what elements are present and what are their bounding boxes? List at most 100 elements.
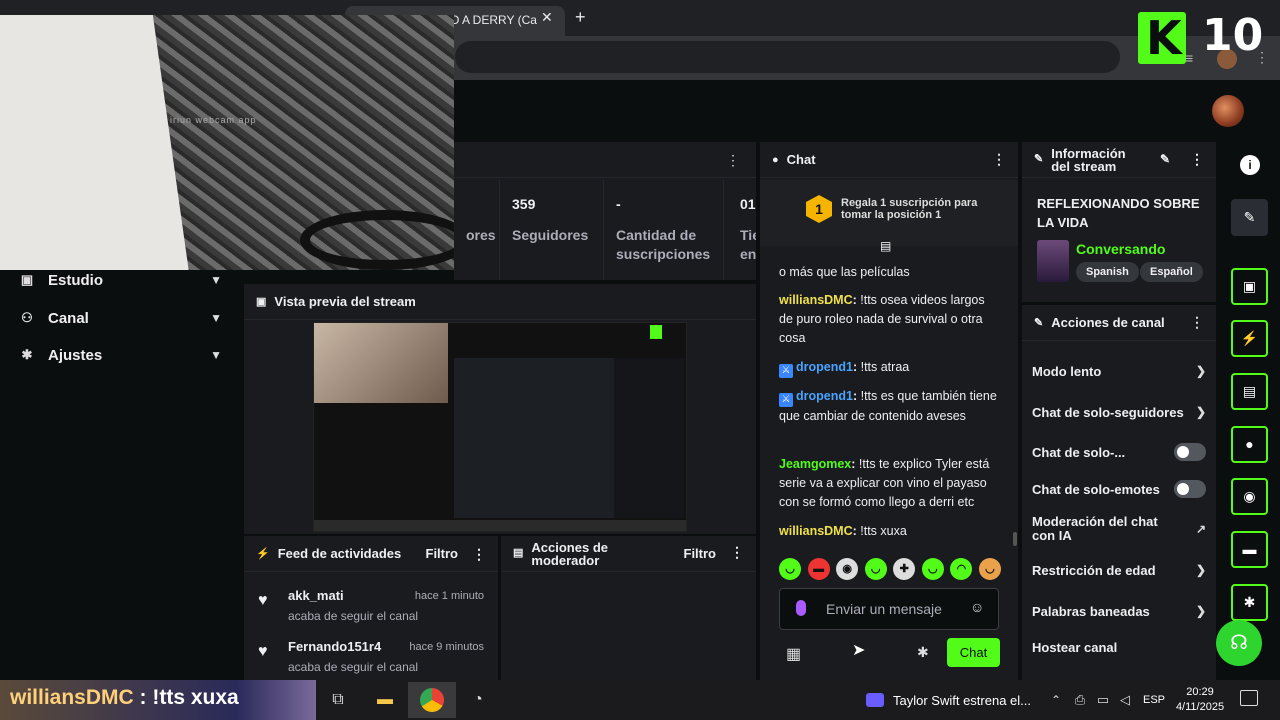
panel-header: ✎ Información del stream ✎ ⋮	[1022, 142, 1216, 178]
feed-action: acaba de seguir el canal	[288, 609, 419, 623]
banned-words-row[interactable]: Palabras baneadas ❯	[1022, 591, 1216, 631]
chat-username[interactable]: williansDMC	[779, 293, 853, 307]
tray-chevron-icon[interactable]: ⌃	[1044, 688, 1068, 712]
emote-icon[interactable]: ◠	[950, 558, 973, 580]
chat-username[interactable]: williansDMC	[779, 524, 853, 538]
kebab-menu-icon[interactable]: ⋮	[472, 546, 486, 563]
chevron-right-icon: ❯	[1195, 364, 1206, 378]
chat-text: !tts atraa	[860, 360, 910, 374]
network-icon[interactable]: ▭	[1091, 688, 1115, 712]
kick-logo-letter: K	[1146, 11, 1182, 65]
wrench-panel-icon[interactable]: ✱	[1231, 584, 1268, 621]
filter-button[interactable]: Filtro	[426, 546, 459, 561]
preview-kick-logo	[650, 325, 662, 339]
microphone-icon[interactable]	[796, 600, 806, 616]
chat-message: Jeamgomex: !tts te explico Tyler está se…	[779, 457, 990, 509]
category-thumbnail[interactable]	[1037, 240, 1069, 282]
edit-icon[interactable]: ✎	[1160, 153, 1170, 166]
panel-title: Acciones de canal	[1051, 315, 1165, 330]
subscribers-only-toggle[interactable]	[1174, 443, 1206, 461]
kebab-menu-icon[interactable]: ⋮	[726, 152, 740, 169]
news-icon[interactable]	[866, 693, 884, 707]
broadcast-icon[interactable]: ◉	[1231, 478, 1268, 515]
address-bar[interactable]	[455, 41, 1120, 73]
studio-panel-icon[interactable]: ▣	[1231, 268, 1268, 305]
stat-viewers: ores	[454, 180, 499, 280]
emote-icon[interactable]: ◡	[921, 558, 944, 580]
kebab-menu-icon[interactable]: ⋮	[992, 151, 1006, 168]
news-widget[interactable]: Taylor Swift estrena el...	[893, 693, 1031, 708]
emotes-only-row: Chat de solo-emotes	[1022, 469, 1216, 509]
chat-username[interactable]: Jeamgomex	[779, 457, 851, 471]
stream-tag[interactable]: Español	[1140, 262, 1203, 282]
info-icon[interactable]: i	[1240, 155, 1260, 175]
nav-label: Canal	[48, 309, 89, 327]
notification-icon[interactable]	[1240, 690, 1258, 706]
kebab-menu-icon[interactable]: ⋮	[1190, 152, 1204, 166]
clock[interactable]: 20:29 4/11/2025	[1172, 685, 1228, 715]
emote-icon[interactable]: ◡	[779, 558, 801, 580]
kebab-menu-icon[interactable]: ⋮	[730, 545, 744, 559]
edit-stream-icon[interactable]: ✎	[1231, 199, 1268, 236]
chat-message-input[interactable]: Enviar un mensaje	[779, 588, 999, 630]
moderator-badge-icon: ⚔	[779, 364, 793, 378]
preview-sidebar	[614, 358, 684, 518]
chat-filter-icon[interactable]: ▤	[880, 239, 891, 253]
chat-send-button[interactable]: Chat	[947, 638, 1000, 667]
kebab-menu-icon[interactable]: ⋮	[1190, 314, 1204, 331]
chrome-icon[interactable]	[420, 688, 444, 712]
emoji-icon[interactable]: ☺	[970, 599, 984, 615]
chat-message: williansDMC: !tts osea videos largos de …	[779, 293, 985, 345]
close-tab-icon[interactable]: ✕	[541, 9, 553, 26]
new-tab-icon[interactable]: +	[575, 7, 586, 28]
slow-mode-row[interactable]: Modo lento ❯	[1022, 351, 1216, 391]
stream-title: REFLEXIONANDO SOBRE LA VIDA	[1037, 196, 1200, 230]
store-icon[interactable]: ▦	[786, 644, 801, 664]
lightning-panel-icon[interactable]: ⚡	[1231, 320, 1268, 357]
support-headset-icon[interactable]: ☊	[1216, 620, 1262, 666]
chevron-down-icon: ▼	[210, 273, 222, 287]
document-panel-icon[interactable]: ▤	[1231, 373, 1268, 410]
kick-follower-overlay: K 10	[1138, 10, 1280, 66]
stream-category[interactable]: Conversando	[1076, 241, 1165, 257]
emote-icon[interactable]: ◉	[836, 558, 859, 580]
emote-icon[interactable]: ▬	[807, 558, 830, 580]
user-avatar[interactable]	[1212, 95, 1244, 127]
chat-scrollbar[interactable]	[1013, 532, 1017, 546]
preview-webcam	[314, 323, 448, 403]
nav-item-canal[interactable]: ⚇ Canal ▼	[0, 300, 240, 336]
emote-icon[interactable]: ◡	[864, 558, 887, 580]
task-view-icon[interactable]: ⧉	[326, 688, 350, 712]
volume-icon[interactable]: ◁	[1113, 688, 1137, 712]
obs-icon[interactable]: ◔	[466, 688, 490, 712]
host-channel-row[interactable]: Hostear canal	[1022, 627, 1216, 667]
file-explorer-icon[interactable]: ▬	[373, 688, 397, 712]
action-label: Moderación del chat con IA	[1032, 514, 1158, 543]
filter-button[interactable]: Filtro	[684, 547, 717, 560]
ai-moderation-row[interactable]: Moderación del chat con IA ↗	[1022, 509, 1216, 549]
panel-title: Chat	[786, 152, 816, 167]
emote-icon[interactable]: ✚	[893, 558, 916, 580]
stream-tag[interactable]: Spanish	[1076, 262, 1139, 282]
feed-time: hace 1 minuto	[414, 590, 484, 602]
panel-title: Acciones de moderador	[531, 539, 608, 568]
chat-settings-icon[interactable]: ✱	[917, 644, 929, 661]
overlay-count: 10	[1202, 10, 1264, 61]
emotes-only-toggle[interactable]	[1174, 480, 1206, 498]
microphone-tray-icon[interactable]: ⎙	[1068, 688, 1092, 712]
preview-taskbar	[314, 520, 686, 531]
followers-only-row[interactable]: Chat de solo-seguidores ❯	[1022, 392, 1216, 432]
stat-label: ores	[466, 227, 496, 243]
webcam-overlay: iriun webcam app	[0, 15, 454, 270]
moderation-panel-icon[interactable]: ▬	[1231, 531, 1268, 568]
language-indicator[interactable]: ESP	[1143, 694, 1165, 706]
emote-icon[interactable]: ◡	[978, 558, 1001, 580]
studio-icon: ▣	[256, 296, 267, 308]
chat-username[interactable]: dropend1	[796, 389, 853, 403]
users-icon: ⚇	[21, 310, 33, 325]
chat-panel-icon[interactable]: ●	[1231, 426, 1268, 463]
nav-item-ajustes[interactable]: ✱ Ajustes ▼	[0, 337, 240, 373]
chat-username[interactable]: dropend1	[796, 360, 853, 374]
age-restriction-row[interactable]: Restricción de edad ❯	[1022, 550, 1216, 590]
stream-preview-video[interactable]	[313, 322, 687, 532]
